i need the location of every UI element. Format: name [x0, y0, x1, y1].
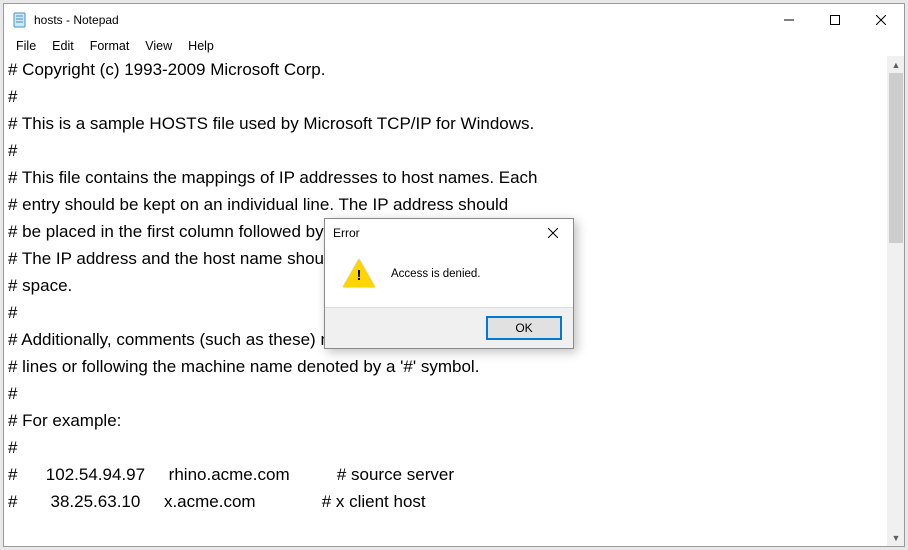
close-button[interactable]	[858, 4, 904, 36]
dialog-actions: OK	[325, 307, 573, 348]
menubar: File Edit Format View Help	[4, 36, 904, 56]
error-dialog: Error ! Access is denied. OK	[324, 218, 574, 349]
minimize-button[interactable]	[766, 4, 812, 36]
dialog-close-button[interactable]	[533, 219, 573, 247]
scrollbar-thumb[interactable]	[889, 73, 903, 243]
dialog-message: Access is denied.	[391, 268, 481, 280]
menu-format[interactable]: Format	[82, 38, 138, 54]
scroll-up-icon[interactable]: ▲	[888, 56, 904, 73]
dialog-titlebar[interactable]: Error	[325, 219, 573, 247]
titlebar[interactable]: hosts - Notepad	[4, 4, 904, 36]
scroll-down-icon[interactable]: ▼	[888, 529, 904, 546]
vertical-scrollbar[interactable]: ▲ ▼	[887, 56, 904, 546]
menu-edit[interactable]: Edit	[44, 38, 82, 54]
warning-icon: !	[343, 259, 375, 289]
ok-button[interactable]: OK	[487, 317, 561, 339]
menu-file[interactable]: File	[8, 38, 44, 54]
dialog-title: Error	[333, 226, 360, 240]
notepad-app-icon	[12, 12, 28, 28]
menu-help[interactable]: Help	[180, 38, 222, 54]
window-title: hosts - Notepad	[34, 13, 119, 27]
dialog-body: ! Access is denied.	[325, 247, 573, 307]
maximize-button[interactable]	[812, 4, 858, 36]
menu-view[interactable]: View	[137, 38, 180, 54]
